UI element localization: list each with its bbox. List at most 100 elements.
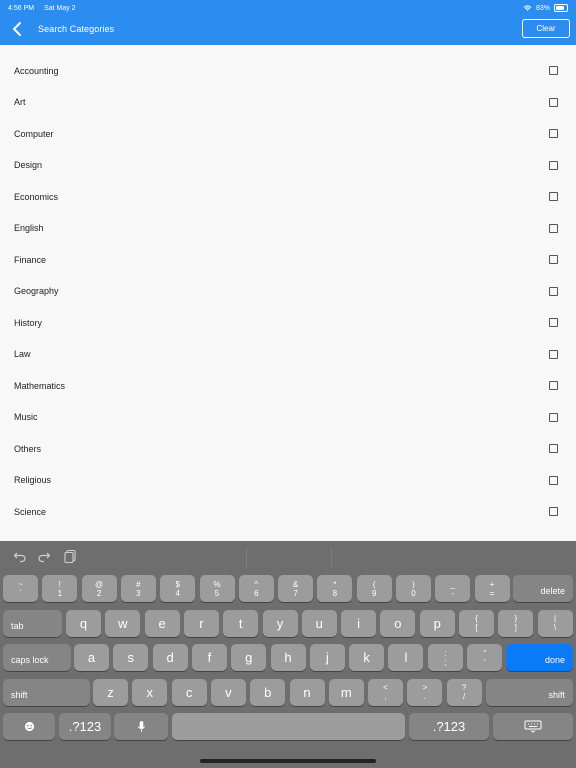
category-row[interactable]: Art: [0, 87, 576, 119]
category-row[interactable]: Accounting: [0, 55, 576, 87]
back-arrow-icon[interactable]: [10, 20, 26, 38]
key-bracket-0[interactable]: {[: [459, 609, 494, 637]
dictation-key[interactable]: [114, 713, 168, 740]
key-d[interactable]: d: [152, 644, 188, 671]
key-num-3[interactable]: #3: [120, 575, 156, 602]
category-row[interactable]: Science: [0, 496, 576, 528]
key-num-7[interactable]: & 7: [278, 575, 314, 602]
done-key[interactable]: done: [506, 644, 573, 671]
category-checkbox[interactable]: [549, 444, 558, 454]
space-key[interactable]: [172, 713, 405, 740]
key-top-symbol: _: [450, 579, 456, 589]
key-num-12[interactable]: + =: [474, 575, 510, 602]
numbers-key-right[interactable]: .?123: [409, 713, 489, 740]
shift-key-left[interactable]: shift: [3, 678, 90, 706]
key-z[interactable]: z: [93, 678, 128, 706]
delete-key[interactable]: delete: [513, 575, 573, 602]
key-num-0[interactable]: ~ `: [3, 575, 38, 602]
tab-key[interactable]: tab: [3, 609, 62, 637]
key-n[interactable]: n: [289, 678, 325, 706]
category-label: Finance: [14, 254, 47, 265]
key-p[interactable]: p: [419, 609, 455, 637]
category-checkbox[interactable]: [549, 349, 558, 359]
category-row[interactable]: Mathematics: [0, 370, 576, 402]
key-s[interactable]: s: [113, 644, 149, 671]
key-m[interactable]: m: [328, 678, 364, 706]
category-row[interactable]: Law: [0, 339, 576, 371]
category-row[interactable]: English: [0, 213, 576, 245]
key-num-4[interactable]: $4: [160, 575, 196, 602]
key-b[interactable]: b: [250, 678, 286, 706]
key-i[interactable]: i: [341, 609, 377, 637]
category-row[interactable]: History: [0, 307, 576, 339]
key-num-2[interactable]: @2: [81, 575, 117, 602]
category-checkbox[interactable]: [549, 255, 558, 265]
category-row[interactable]: Economics: [0, 181, 576, 213]
key-top-symbol: !: [58, 579, 61, 589]
category-row[interactable]: Music: [0, 402, 576, 434]
key-w[interactable]: w: [105, 609, 141, 637]
category-checkbox[interactable]: [549, 475, 558, 485]
key-bracket-2[interactable]: | \: [537, 609, 573, 637]
key-o[interactable]: o: [380, 609, 416, 637]
key-num-8[interactable]: * 8: [317, 575, 353, 602]
key-e[interactable]: e: [144, 609, 180, 637]
key-u[interactable]: u: [301, 609, 337, 637]
key-num-5[interactable]: % 5: [199, 575, 235, 602]
category-checkbox[interactable]: [549, 160, 558, 170]
category-checkbox[interactable]: [549, 381, 558, 391]
key-t[interactable]: t: [223, 609, 259, 637]
caps-lock-key[interactable]: caps lock: [3, 644, 71, 671]
category-checkbox[interactable]: [549, 192, 558, 202]
category-label: English: [14, 223, 44, 234]
key-num-6[interactable]: ^ 6: [238, 575, 274, 602]
category-checkbox[interactable]: [549, 97, 558, 107]
key-a[interactable]: a: [74, 644, 109, 671]
category-row[interactable]: Others: [0, 433, 576, 465]
key-num-11[interactable]: _ -: [435, 575, 471, 602]
category-row[interactable]: Design: [0, 150, 576, 182]
category-row[interactable]: Geography: [0, 276, 576, 308]
key-g[interactable]: g: [231, 644, 267, 671]
category-checkbox[interactable]: [549, 129, 558, 139]
redo-icon[interactable]: [37, 549, 51, 563]
key-j[interactable]: j: [309, 644, 345, 671]
key-h[interactable]: h: [270, 644, 306, 671]
key-num-9[interactable]: (9: [356, 575, 392, 602]
key-q[interactable]: q: [66, 609, 101, 637]
key-v[interactable]: v: [210, 678, 246, 706]
key-punct-z-2[interactable]: ? /: [446, 678, 482, 706]
key-num-10[interactable]: ) 0: [396, 575, 431, 602]
key-y[interactable]: y: [262, 609, 298, 637]
shift-key-right[interactable]: shift: [486, 678, 573, 706]
key-l[interactable]: l: [388, 644, 424, 671]
key-r[interactable]: r: [183, 609, 219, 637]
emoji-key[interactable]: [3, 713, 55, 740]
key-num-1[interactable]: ! 1: [42, 575, 78, 602]
category-row[interactable]: Religious: [0, 465, 576, 497]
category-label: History: [14, 317, 43, 328]
clear-button[interactable]: Clear: [522, 19, 570, 38]
key-punct-z-0[interactable]: <,: [368, 678, 403, 706]
hide-keyboard-key[interactable]: [493, 713, 573, 740]
key-k[interactable]: k: [349, 644, 385, 671]
key-bracket-1[interactable]: }]: [498, 609, 534, 637]
category-checkbox[interactable]: [549, 223, 558, 233]
key-x[interactable]: x: [132, 678, 168, 706]
category-row[interactable]: Computer: [0, 118, 576, 150]
category-checkbox[interactable]: [549, 507, 558, 517]
key-punct-0[interactable]: :;: [428, 644, 463, 671]
numbers-key-left[interactable]: .?123: [59, 713, 111, 740]
category-row[interactable]: Finance: [0, 244, 576, 276]
key-bottom-symbol: ]: [514, 623, 517, 632]
key-c[interactable]: c: [171, 678, 207, 706]
category-checkbox[interactable]: [549, 412, 558, 422]
key-f[interactable]: f: [191, 644, 227, 671]
category-checkbox[interactable]: [549, 286, 558, 296]
category-checkbox[interactable]: [549, 318, 558, 328]
paste-icon[interactable]: [63, 549, 77, 563]
key-punct-1[interactable]: " ': [467, 644, 503, 671]
category-checkbox[interactable]: [549, 66, 558, 76]
key-punct-z-1[interactable]: >.: [407, 678, 443, 706]
undo-icon[interactable]: [13, 549, 27, 563]
